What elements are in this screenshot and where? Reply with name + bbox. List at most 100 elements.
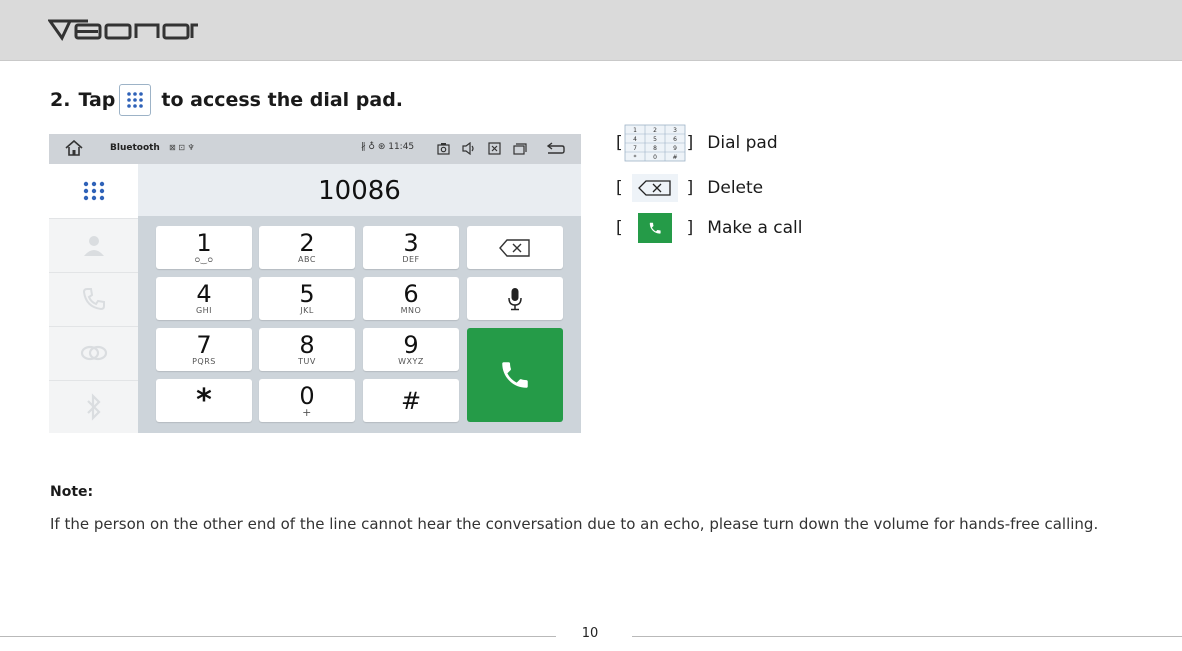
step-text-before: Tap — [78, 89, 116, 111]
legend-item-dialpad: [ 1 2 3 4 5 6 7 8 9 * 0 # ] Dial pad — [616, 124, 778, 162]
key-letters: DEF — [402, 255, 420, 264]
back-icon[interactable] — [546, 141, 566, 155]
svg-text:4: 4 — [633, 136, 637, 143]
delete-button[interactable] — [467, 226, 563, 269]
bluetooth-icon — [86, 393, 101, 421]
key-digit: 5 — [299, 280, 315, 308]
key-9[interactable]: 9 WXYZ — [363, 328, 459, 371]
key-digit: 8 — [299, 331, 315, 359]
svg-text:5: 5 — [653, 136, 657, 143]
key-letters: GHI — [195, 306, 213, 315]
link-icon — [80, 345, 107, 361]
svg-text:1: 1 — [633, 127, 637, 134]
eonon-logo — [48, 19, 198, 41]
key-1[interactable]: 1 ᴑ‿ᴑ — [156, 226, 252, 269]
legend-item-delete: [ ] Delete — [616, 174, 763, 202]
legend-bracket-close: ] — [686, 218, 694, 238]
sidebar — [49, 164, 138, 433]
key-digit: 3 — [403, 229, 419, 257]
key-digit: 1 — [196, 229, 212, 257]
key-3[interactable]: 3 DEF — [363, 226, 459, 269]
key-letters: TUV — [298, 357, 316, 366]
home-icon[interactable] — [65, 140, 83, 156]
volume-icon[interactable] — [462, 142, 476, 155]
status-mini-icons: ⊠ ⊡ ♆ — [169, 143, 195, 152]
microphone-icon — [508, 287, 522, 310]
status-time: ∦ ♁ ⊛ 11:45 — [361, 142, 415, 152]
step-instruction: 2. Tap to access the dial pad. — [50, 84, 403, 116]
legend-label: Make a call — [707, 218, 803, 238]
sidebar-item-contacts[interactable] — [49, 218, 138, 273]
dialpad-icon — [83, 181, 104, 201]
status-icons — [437, 142, 527, 155]
legend-bracket-open: [ — [616, 218, 623, 238]
step-number: 2. — [50, 89, 71, 111]
svg-text:2: 2 — [653, 127, 657, 134]
call-log-icon — [82, 288, 105, 311]
microphone-button[interactable] — [467, 277, 563, 320]
key-letters: + — [302, 406, 312, 419]
header-bar — [0, 0, 1182, 61]
key-8[interactable]: 8 TUV — [259, 328, 355, 371]
legend-bracket-close: ] — [686, 133, 694, 153]
status-title: Bluetooth — [110, 143, 160, 153]
page-number: 10 — [581, 626, 599, 641]
key-digit: 7 — [196, 331, 212, 359]
key-star[interactable]: * — [156, 379, 252, 422]
step-text-after: to access the dial pad. — [161, 89, 404, 111]
key-letters: MNO — [400, 306, 422, 315]
key-7[interactable]: 7 PQRS — [156, 328, 252, 371]
contacts-icon — [83, 236, 104, 256]
number-display: 10086 — [138, 164, 581, 216]
sidebar-item-call-log[interactable] — [49, 272, 138, 327]
note-title: Note: — [50, 484, 94, 500]
sidebar-item-link[interactable] — [49, 326, 138, 381]
camera-icon[interactable] — [437, 142, 450, 155]
svg-text:*: * — [633, 154, 636, 161]
svg-text:7: 7 — [633, 145, 637, 152]
sidebar-item-bluetooth[interactable] — [49, 380, 138, 433]
legend-label: Dial pad — [707, 133, 778, 153]
delete-icon — [623, 174, 687, 202]
legend-bracket-close: ] — [686, 178, 694, 198]
key-digit: 0 — [299, 382, 315, 410]
call-icon — [623, 213, 687, 243]
footer-divider-right — [632, 636, 1182, 637]
phone-icon — [502, 362, 528, 388]
key-digit: 9 — [403, 331, 419, 359]
legend-label: Delete — [707, 178, 764, 198]
legend-item-call: [ ] Make a call — [616, 213, 803, 243]
key-digit: # — [400, 386, 422, 415]
key-letters: JKL — [300, 306, 314, 315]
key-digit: 4 — [196, 280, 212, 308]
key-6[interactable]: 6 MNO — [363, 277, 459, 320]
dialpad-icon — [119, 84, 152, 116]
svg-text:#: # — [672, 154, 677, 161]
key-digit: 2 — [299, 229, 315, 257]
key-digit: 6 — [403, 280, 419, 308]
key-letters: PQRS — [192, 357, 216, 366]
call-button[interactable] — [467, 328, 563, 422]
voicemail-icon: ᴑ‿ᴑ — [194, 255, 214, 264]
dialed-number: 10086 — [318, 176, 401, 206]
recent-apps-icon[interactable] — [513, 142, 527, 155]
sidebar-item-dialpad[interactable] — [49, 164, 138, 219]
key-4[interactable]: 4 GHI — [156, 277, 252, 320]
key-letters: ABC — [298, 255, 316, 264]
close-app-icon[interactable] — [488, 142, 501, 155]
backspace-icon — [499, 238, 530, 257]
svg-text:8: 8 — [653, 145, 657, 152]
key-5[interactable]: 5 JKL — [259, 277, 355, 320]
legend-bracket-open: [ — [616, 133, 623, 153]
svg-text:6: 6 — [673, 136, 677, 143]
svg-text:3: 3 — [673, 127, 677, 134]
status-bar: Bluetooth ⊠ ⊡ ♆ ∦ ♁ ⊛ 11:45 — [49, 134, 581, 164]
legend-bracket-open: [ — [616, 178, 623, 198]
key-0[interactable]: 0 + — [259, 379, 355, 422]
key-2[interactable]: 2 ABC — [259, 226, 355, 269]
key-hash[interactable]: # — [363, 379, 459, 422]
device-screenshot: Bluetooth ⊠ ⊡ ♆ ∦ ♁ ⊛ 11:45 10086 1 ᴑ‿ᴑ … — [49, 134, 581, 433]
footer-divider-left — [0, 636, 556, 637]
note-text: If the person on the other end of the li… — [50, 515, 1099, 533]
key-letters: WXYZ — [398, 357, 424, 366]
